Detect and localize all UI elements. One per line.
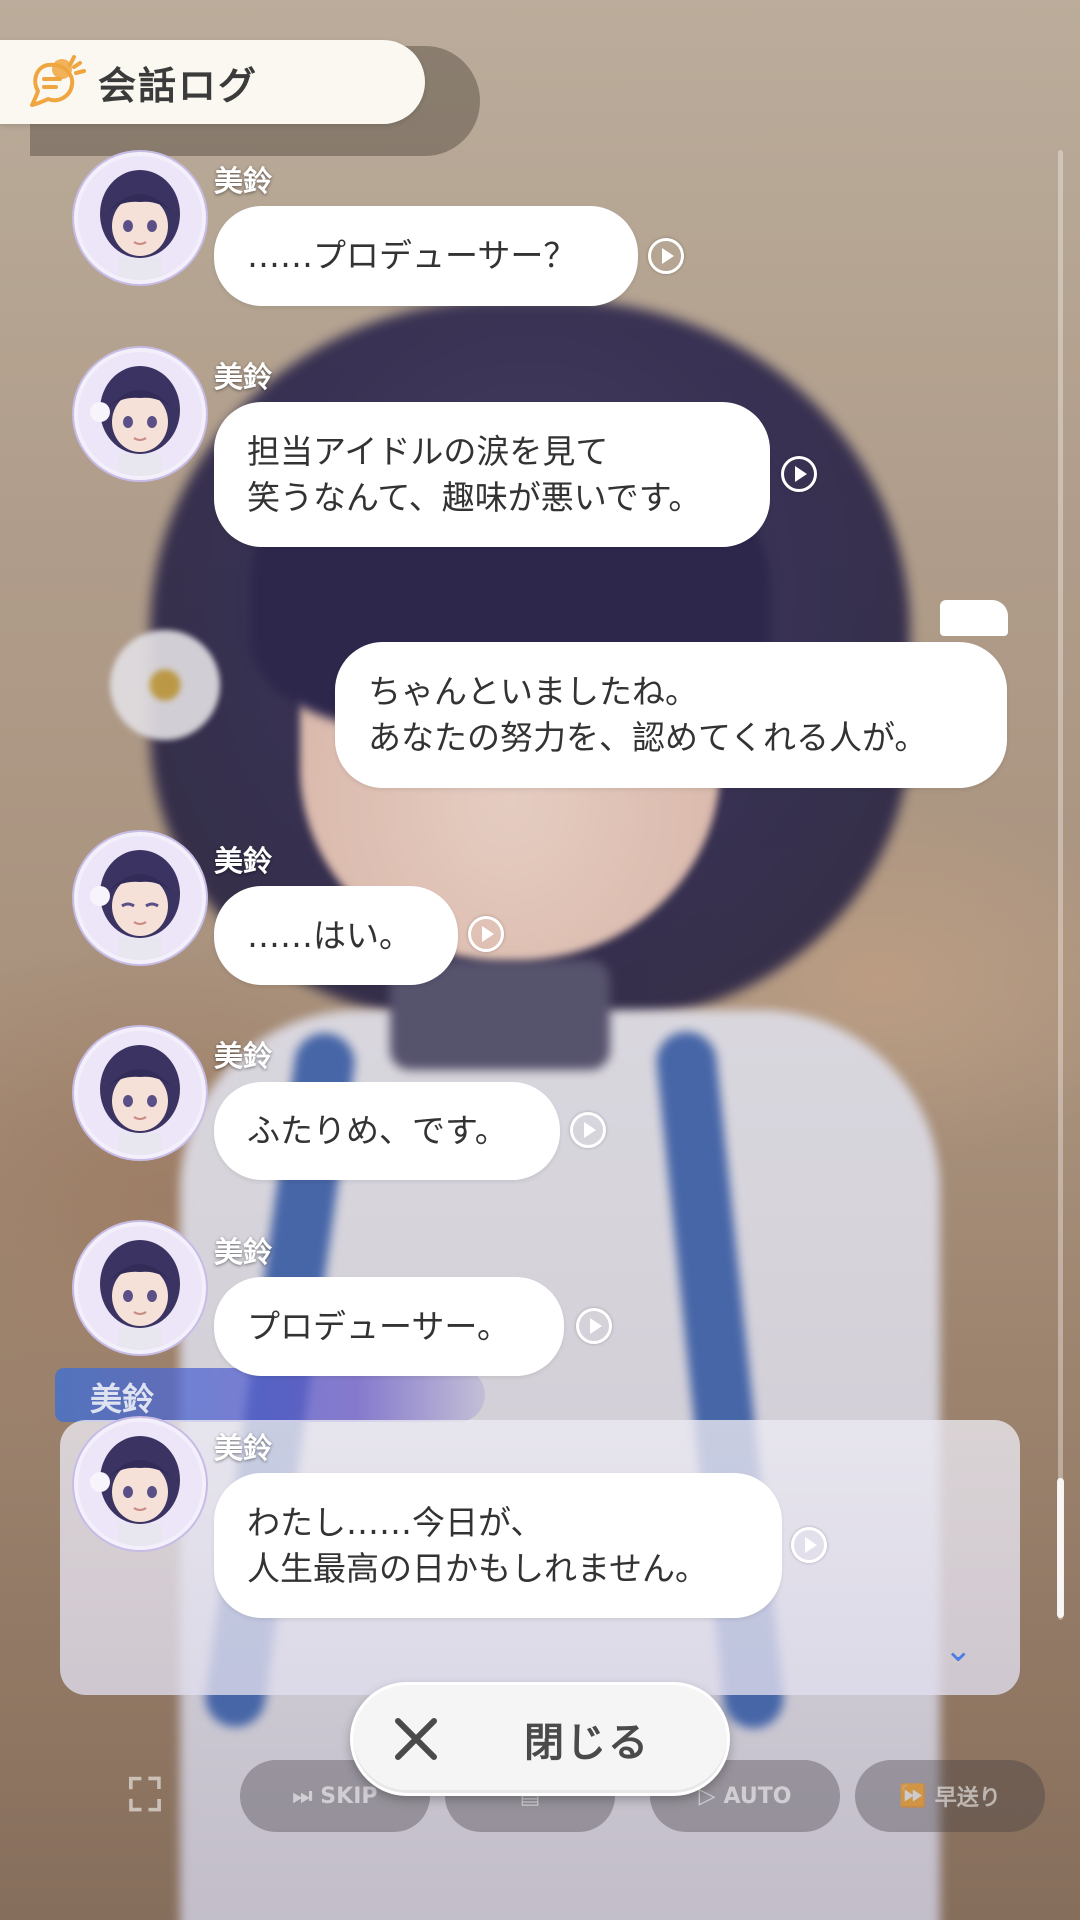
message-text: プロデューサー。 bbox=[247, 1306, 511, 1346]
speaker-name: 美鈴 bbox=[214, 1039, 273, 1073]
conversation-log-screen: 美鈴 ⌄ ⛶ ⏭ SKIP ▤ ▷ AUTO ⏩ 早送り 会話ログ 美鈴 ……プ… bbox=[0, 0, 1080, 1920]
auto-label: AUTO bbox=[723, 1783, 792, 1809]
message-text: わたし……今日が、 人生最高の日かもしれません。 bbox=[247, 1502, 709, 1588]
message-bubble: ちゃんといましたね。 あなたの努力を、認めてくれる人が。 bbox=[335, 642, 1007, 788]
fast-forward-label: 早送り bbox=[934, 1786, 1001, 1811]
conversation-log-icon bbox=[26, 51, 88, 113]
message-bubble: プロデューサー。 bbox=[214, 1277, 564, 1376]
avatar bbox=[74, 152, 206, 284]
message-bubble: 担当アイドルの涙を見て 笑うなんて、趣味が悪いです。 bbox=[214, 402, 770, 547]
speaker-name: 美鈴 bbox=[214, 1235, 273, 1269]
voice-play-button[interactable] bbox=[648, 238, 684, 274]
speaker-name: 美鈴 bbox=[214, 1431, 273, 1465]
fullscreen-icon: ⛶ bbox=[128, 1768, 162, 1822]
speaker-name: 美鈴 bbox=[214, 164, 273, 198]
chevron-down-icon: ⌄ bbox=[944, 1630, 973, 1670]
voice-play-button[interactable] bbox=[781, 456, 817, 492]
scrollbar-thumb[interactable] bbox=[1057, 1478, 1064, 1618]
log-header: 会話ログ bbox=[0, 40, 425, 124]
close-icon bbox=[388, 1711, 444, 1767]
voice-play-button[interactable] bbox=[468, 916, 504, 952]
message-text: 担当アイドルの涙を見て 笑うなんて、趣味が悪いです。 bbox=[247, 431, 702, 517]
scrollbar-track[interactable] bbox=[1058, 150, 1063, 1620]
message-text: ちゃんといましたね。 あなたの努力を、認めてくれる人が。 bbox=[368, 672, 928, 757]
page-title: 会話ログ bbox=[98, 63, 259, 108]
player-name-tag bbox=[940, 600, 1008, 636]
avatar bbox=[74, 348, 206, 480]
avatar bbox=[74, 1027, 206, 1159]
voice-play-button[interactable] bbox=[570, 1112, 606, 1148]
avatar bbox=[74, 1418, 206, 1550]
close-button[interactable]: 閉じる bbox=[350, 1682, 730, 1796]
message-bubble: ……はい。 bbox=[214, 886, 458, 985]
speaker-name: 美鈴 bbox=[214, 844, 273, 878]
skip-icon: ⏭ bbox=[292, 1783, 313, 1809]
message-bubble: ……プロデューサー？ bbox=[214, 206, 638, 306]
fast-forward-icon: ⏩ bbox=[899, 1783, 927, 1809]
fast-forward-button: ⏩ 早送り bbox=[855, 1760, 1045, 1832]
voice-play-button[interactable] bbox=[576, 1308, 612, 1344]
close-button-label: 閉じる bbox=[524, 1720, 650, 1766]
message-text: ふたりめ、です。 bbox=[247, 1111, 508, 1150]
avatar bbox=[74, 832, 206, 964]
message-bubble: わたし……今日が、 人生最高の日かもしれません。 bbox=[214, 1473, 782, 1618]
message-text: ……はい。 bbox=[247, 915, 412, 955]
speaker-name: 美鈴 bbox=[214, 360, 273, 394]
voice-play-button[interactable] bbox=[791, 1527, 827, 1563]
avatar bbox=[74, 1222, 206, 1354]
background-dialog-name: 美鈴 bbox=[90, 1380, 155, 1418]
skip-label: SKIP bbox=[320, 1783, 378, 1809]
message-text: ……プロデューサー？ bbox=[247, 236, 577, 275]
message-bubble: ふたりめ、です。 bbox=[214, 1082, 560, 1180]
